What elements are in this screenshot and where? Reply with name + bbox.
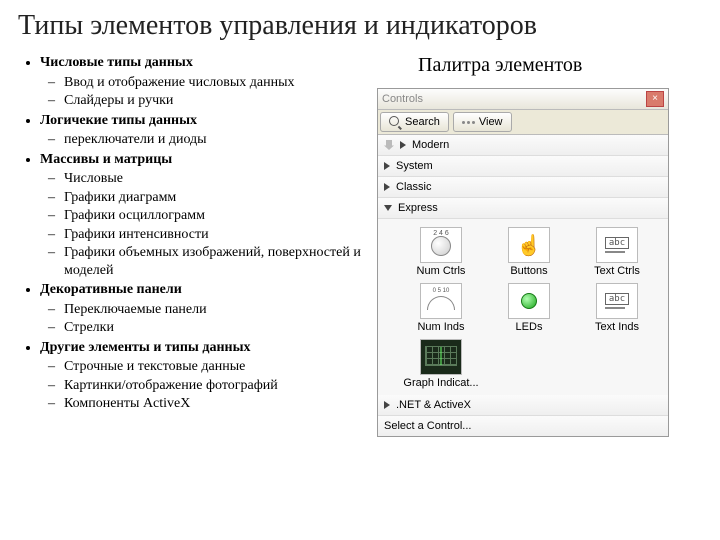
sub-item: Графики диаграмм xyxy=(64,189,378,207)
cat-row-modern[interactable]: Modern xyxy=(378,135,668,156)
palette-item-text-inds[interactable]: abc Text Inds xyxy=(576,281,658,335)
item-label: Num Ctrls xyxy=(417,265,466,277)
palette-heading: Палитра элементов xyxy=(418,54,582,77)
expand-icon xyxy=(384,401,390,409)
controls-palette: Controls × Search View xyxy=(378,89,668,436)
search-icon xyxy=(389,116,401,128)
sub-item: Графики осциллограмм xyxy=(64,207,378,225)
led-icon xyxy=(508,283,550,319)
palette-item-num-ctrls[interactable]: Num Ctrls xyxy=(400,225,482,279)
express-grid: Num Ctrls Buttons abc Text Ctrls xyxy=(378,219,668,395)
palette-window-title: Controls xyxy=(382,93,423,105)
item-label: Text Ctrls xyxy=(594,265,640,277)
sub-item: Компоненты ActiveX xyxy=(64,395,378,413)
cat-label: Select a Control... xyxy=(384,420,471,432)
sub-item: Стрелки xyxy=(64,319,378,337)
item-label: Num Inds xyxy=(417,321,464,333)
cat-label: Express xyxy=(398,202,438,214)
cat-row-dotnet[interactable]: .NET & ActiveX xyxy=(378,395,668,416)
cat-arrays: Массивы и матрицы xyxy=(40,152,172,167)
sub-item: Ввод и отображение числовых данных xyxy=(64,74,378,92)
sub-item: Переключаемые панели xyxy=(64,301,378,319)
hand-icon xyxy=(508,227,550,263)
sub-item: Строчные и текстовые данные xyxy=(64,358,378,376)
cat-label: .NET & ActiveX xyxy=(396,399,471,411)
collapse-icon xyxy=(384,205,392,211)
sub-item: Графики интенсивности xyxy=(64,226,378,244)
cat-label: Modern xyxy=(412,139,449,151)
expand-icon xyxy=(384,162,390,170)
expand-icon xyxy=(400,141,406,149)
view-icon xyxy=(462,121,475,124)
palette-item-leds[interactable]: LEDs xyxy=(488,281,570,335)
expand-icon xyxy=(384,183,390,191)
palette-item-buttons[interactable]: Buttons xyxy=(488,225,570,279)
item-label: Text Inds xyxy=(595,321,639,333)
cat-decor: Декоративные панели xyxy=(40,282,182,297)
search-button[interactable]: Search xyxy=(380,112,449,132)
cat-boolean: Логичекие типы данных xyxy=(40,113,197,128)
sub-item: переключатели и диоды xyxy=(64,131,378,149)
cat-row-classic[interactable]: Classic xyxy=(378,177,668,198)
close-icon[interactable]: × xyxy=(646,91,664,107)
cat-row-system[interactable]: System xyxy=(378,156,668,177)
gauge-icon xyxy=(420,283,462,319)
cat-numeric: Числовые типы данных xyxy=(40,55,193,70)
sub-item: Числовые xyxy=(64,170,378,188)
slide-title: Типы элементов управления и индикаторов xyxy=(18,10,702,42)
search-label: Search xyxy=(405,116,440,128)
knob-icon xyxy=(420,227,462,263)
outline: Числовые типы данных Ввод и отображение … xyxy=(18,54,378,415)
cat-row-select[interactable]: Select a Control... xyxy=(378,416,668,436)
palette-item-num-inds[interactable]: Num Inds xyxy=(400,281,482,335)
palette-item-graph[interactable]: Graph Indicat... xyxy=(400,337,482,391)
sub-item: Графики объемных изображений, поверхност… xyxy=(64,244,378,279)
view-label: View xyxy=(479,116,503,128)
cat-row-express[interactable]: Express xyxy=(378,198,668,219)
cat-other: Другие элементы и типы данных xyxy=(40,340,251,355)
view-button[interactable]: View xyxy=(453,112,512,132)
text-ind-icon: abc xyxy=(596,283,638,319)
item-label: Buttons xyxy=(510,265,547,277)
pin-icon xyxy=(384,140,394,150)
item-label: LEDs xyxy=(516,321,543,333)
palette-item-text-ctrls[interactable]: abc Text Ctrls xyxy=(576,225,658,279)
cat-label: System xyxy=(396,160,433,172)
sub-item: Слайдеры и ручки xyxy=(64,92,378,110)
graph-icon xyxy=(420,339,462,375)
text-ctrl-icon: abc xyxy=(596,227,638,263)
sub-item: Картинки/отображение фотографий xyxy=(64,377,378,395)
item-label: Graph Indicat... xyxy=(403,377,478,389)
cat-label: Classic xyxy=(396,181,431,193)
